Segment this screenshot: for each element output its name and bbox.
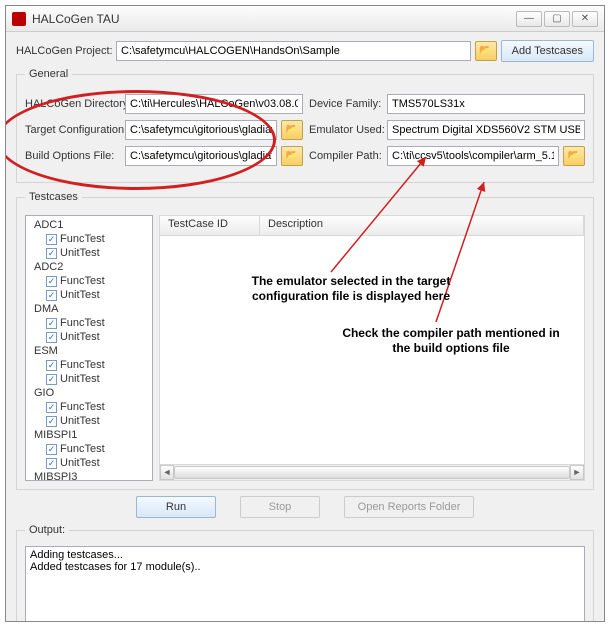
tree-leaf[interactable]: ✓FuncTest bbox=[30, 358, 148, 372]
testcases-legend: Testcases bbox=[25, 191, 82, 203]
target-config-input[interactable] bbox=[125, 120, 277, 140]
checkbox-icon[interactable]: ✓ bbox=[46, 360, 57, 371]
tree-leaf-label: FuncTest bbox=[60, 275, 105, 287]
checkbox-icon[interactable]: ✓ bbox=[46, 332, 57, 343]
tree-leaf[interactable]: ✓UnitTest bbox=[30, 288, 148, 302]
tree-leaf-label: UnitTest bbox=[60, 331, 100, 343]
minimize-button[interactable]: — bbox=[516, 11, 542, 27]
tree-leaf-label: FuncTest bbox=[60, 233, 105, 245]
output-group: Output: Adding testcases... Added testca… bbox=[16, 524, 594, 621]
project-label: HALCoGen Project: bbox=[16, 45, 112, 57]
general-group: General HALCoGen Directory: Target Confi… bbox=[16, 68, 594, 183]
run-button[interactable]: Run bbox=[136, 496, 216, 518]
testcase-table-header: TestCase ID Description bbox=[159, 215, 585, 235]
app-icon bbox=[12, 12, 26, 26]
tree-leaf-label: UnitTest bbox=[60, 373, 100, 385]
titlebar: HALCoGen TAU — ▢ ✕ bbox=[6, 6, 604, 32]
tree-leaf[interactable]: ✓UnitTest bbox=[30, 414, 148, 428]
compiler-path-label: Compiler Path: bbox=[309, 150, 383, 162]
project-path-input[interactable] bbox=[116, 41, 471, 61]
tree-leaf-label: UnitTest bbox=[60, 289, 100, 301]
tree-node[interactable]: DMA bbox=[30, 302, 148, 316]
stop-button[interactable]: Stop bbox=[240, 496, 320, 518]
tree-leaf[interactable]: ✓FuncTest bbox=[30, 400, 148, 414]
checkbox-icon[interactable]: ✓ bbox=[46, 402, 57, 413]
col-testcase-id[interactable]: TestCase ID bbox=[160, 216, 260, 235]
app-window: HALCoGen TAU — ▢ ✕ HALCoGen Project: 📂 A… bbox=[5, 5, 605, 622]
tree-node[interactable]: ESM bbox=[30, 344, 148, 358]
tree-leaf[interactable]: ✓FuncTest bbox=[30, 274, 148, 288]
tree-leaf-label: UnitTest bbox=[60, 415, 100, 427]
tree-node[interactable]: MIBSPI1 bbox=[30, 428, 148, 442]
target-config-label: Target Configuration: bbox=[25, 124, 121, 136]
tree-leaf-label: FuncTest bbox=[60, 317, 105, 329]
scroll-thumb[interactable] bbox=[174, 466, 570, 479]
output-legend: Output: bbox=[25, 524, 69, 536]
testcase-tree[interactable]: ADC1✓FuncTest✓UnitTestADC2✓FuncTest✓Unit… bbox=[25, 215, 153, 481]
browse-project-button[interactable]: 📂 bbox=[475, 41, 497, 61]
output-line: Adding testcases... bbox=[30, 549, 580, 561]
col-description[interactable]: Description bbox=[260, 216, 584, 235]
testcases-group: Testcases ADC1✓FuncTest✓UnitTestADC2✓Fun… bbox=[16, 191, 594, 490]
checkbox-icon[interactable]: ✓ bbox=[46, 458, 57, 469]
halcogen-dir-label: HALCoGen Directory: bbox=[25, 98, 121, 110]
checkbox-icon[interactable]: ✓ bbox=[46, 318, 57, 329]
tree-leaf[interactable]: ✓UnitTest bbox=[30, 456, 148, 470]
tree-node[interactable]: ADC2 bbox=[30, 260, 148, 274]
maximize-button[interactable]: ▢ bbox=[544, 11, 570, 27]
tree-leaf[interactable]: ✓FuncTest bbox=[30, 232, 148, 246]
checkbox-icon[interactable]: ✓ bbox=[46, 416, 57, 427]
output-textbox[interactable]: Adding testcases... Added testcases for … bbox=[25, 546, 585, 621]
checkbox-icon[interactable]: ✓ bbox=[46, 276, 57, 287]
device-family-input[interactable] bbox=[387, 94, 585, 114]
tree-leaf-label: FuncTest bbox=[60, 401, 105, 413]
add-testcases-button[interactable]: Add Testcases bbox=[501, 40, 594, 62]
build-options-label: Build Options File: bbox=[25, 150, 121, 162]
window-title: HALCoGen TAU bbox=[32, 12, 516, 26]
tree-leaf-label: UnitTest bbox=[60, 457, 100, 469]
build-options-input[interactable] bbox=[125, 146, 277, 166]
tree-leaf-label: FuncTest bbox=[60, 443, 105, 455]
checkbox-icon[interactable]: ✓ bbox=[46, 374, 57, 385]
general-legend: General bbox=[25, 68, 72, 80]
tree-leaf[interactable]: ✓FuncTest bbox=[30, 442, 148, 456]
tree-leaf[interactable]: ✓UnitTest bbox=[30, 330, 148, 344]
tree-node[interactable]: MIBSPI3 bbox=[30, 470, 148, 481]
content-area: HALCoGen Project: 📂 Add Testcases Genera… bbox=[6, 32, 604, 621]
tree-leaf-label: FuncTest bbox=[60, 359, 105, 371]
browse-target-button[interactable]: 📂 bbox=[281, 120, 303, 140]
tree-leaf-label: UnitTest bbox=[60, 247, 100, 259]
tree-leaf[interactable]: ✓FuncTest bbox=[30, 316, 148, 330]
close-button[interactable]: ✕ bbox=[572, 11, 598, 27]
emulator-used-input[interactable] bbox=[387, 120, 585, 140]
checkbox-icon[interactable]: ✓ bbox=[46, 234, 57, 245]
halcogen-dir-input[interactable] bbox=[125, 94, 303, 114]
open-reports-button[interactable]: Open Reports Folder bbox=[344, 496, 474, 518]
browse-compiler-button[interactable]: 📂 bbox=[563, 146, 585, 166]
checkbox-icon[interactable]: ✓ bbox=[46, 444, 57, 455]
scroll-right-arrow[interactable]: ► bbox=[570, 465, 584, 480]
tree-leaf[interactable]: ✓UnitTest bbox=[30, 372, 148, 386]
emulator-used-label: Emulator Used: bbox=[309, 124, 383, 136]
checkbox-icon[interactable]: ✓ bbox=[46, 248, 57, 259]
checkbox-icon[interactable]: ✓ bbox=[46, 290, 57, 301]
tree-node[interactable]: GIO bbox=[30, 386, 148, 400]
tree-leaf[interactable]: ✓UnitTest bbox=[30, 246, 148, 260]
output-line: Added testcases for 17 module(s).. bbox=[30, 561, 580, 573]
tree-node[interactable]: ADC1 bbox=[30, 218, 148, 232]
device-family-label: Device Family: bbox=[309, 98, 383, 110]
browse-build-button[interactable]: 📂 bbox=[281, 146, 303, 166]
testcase-table[interactable] bbox=[159, 235, 585, 465]
scroll-left-arrow[interactable]: ◄ bbox=[160, 465, 174, 480]
compiler-path-input[interactable] bbox=[387, 146, 559, 166]
horizontal-scrollbar[interactable]: ◄ ► bbox=[159, 465, 585, 481]
